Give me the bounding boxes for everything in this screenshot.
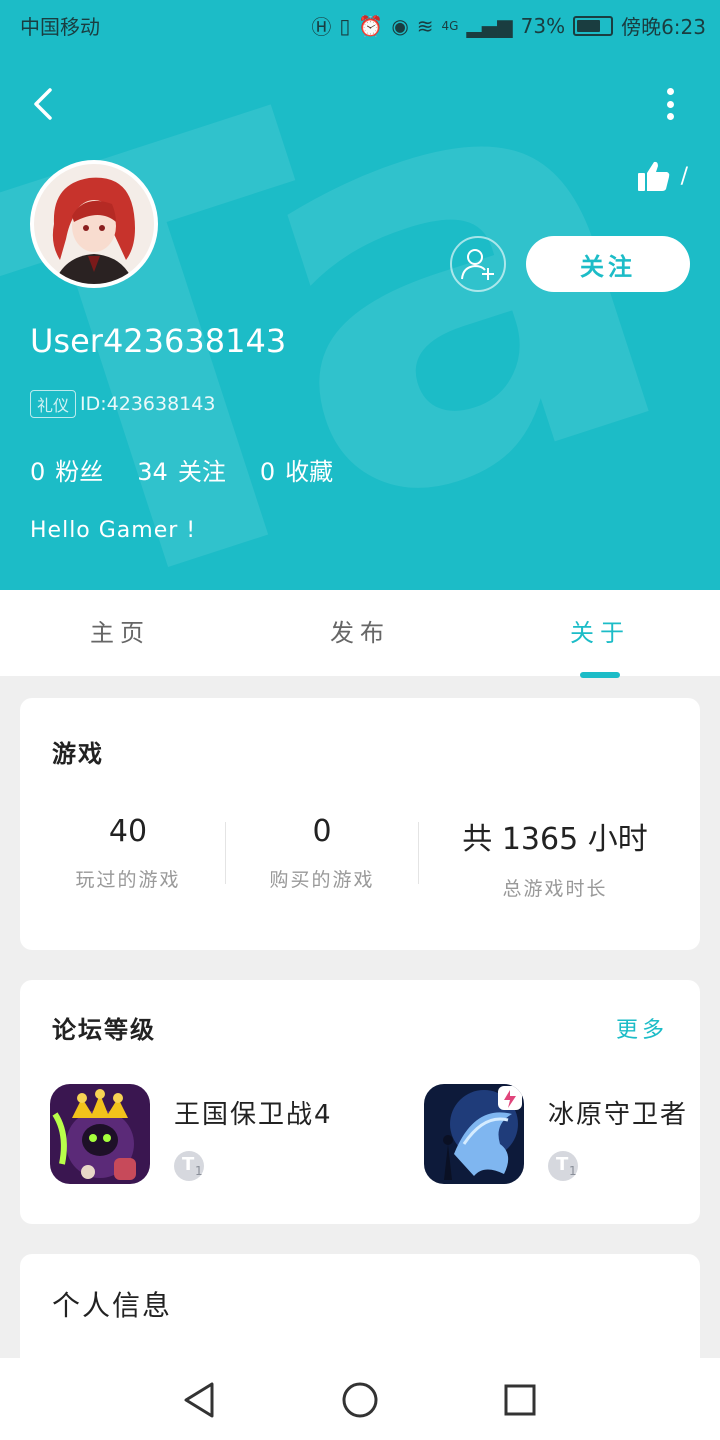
clock: 傍晚6:23 bbox=[621, 15, 706, 39]
avatar-image bbox=[34, 164, 154, 284]
more-dot-icon bbox=[666, 100, 674, 108]
eye-icon: ◉ bbox=[391, 13, 409, 38]
user-id: ID:423638143 bbox=[80, 393, 216, 415]
stat-following[interactable]: 34 关注 bbox=[137, 452, 226, 487]
nav-home-button[interactable] bbox=[338, 1378, 382, 1422]
forum-game-name: 冰原守卫者 bbox=[548, 1100, 689, 1130]
forum-card-title: 论坛等级 bbox=[52, 1016, 156, 1044]
taptap-watermark: Ta bbox=[0, 0, 720, 590]
stat-label: 关注 bbox=[177, 458, 226, 486]
profile-stats: 0 粉丝 34 关注 0 收藏 bbox=[30, 452, 333, 487]
level-number: 1 bbox=[569, 1164, 577, 1178]
tab-posts[interactable]: 发布 bbox=[240, 590, 480, 676]
ice-guardian-icon bbox=[424, 1084, 524, 1184]
level-badge-icon: T1 bbox=[174, 1151, 204, 1181]
forum-item[interactable]: 王国保卫战4 T1 bbox=[50, 1084, 333, 1184]
games-card: 游戏 40 玩过的游戏 0 购买的游戏 共 1365 小时 总游戏时长 bbox=[20, 698, 700, 950]
level-number: 1 bbox=[195, 1164, 203, 1178]
more-link[interactable]: 更多 bbox=[616, 1012, 668, 1044]
etiquette-badge[interactable]: 礼仪 bbox=[30, 390, 77, 418]
system-nav-bar bbox=[0, 1358, 720, 1440]
circle-home-icon bbox=[342, 1382, 378, 1418]
battery-fill bbox=[577, 19, 601, 32]
total-playtime-label: 总游戏时长 bbox=[502, 878, 608, 900]
games-bought-value: 0 bbox=[312, 814, 332, 849]
games-card-title: 游戏 bbox=[52, 740, 104, 768]
stat-num: 0 bbox=[259, 458, 276, 486]
id-row: 礼仪 ID:423638143 bbox=[30, 390, 215, 418]
info-card-title: 个人信息 bbox=[52, 1289, 173, 1322]
more-dot-icon bbox=[666, 88, 674, 95]
signal-icon: 4G bbox=[441, 18, 459, 33]
wifi-icon: ≋ bbox=[416, 13, 434, 38]
games-played-value: 40 bbox=[108, 814, 148, 849]
add-user-icon bbox=[461, 249, 494, 280]
alarm-icon: ⏰ bbox=[358, 13, 384, 38]
stat-num: 0 bbox=[30, 458, 46, 486]
follow-button[interactable]: 关注 bbox=[526, 236, 690, 292]
forum-info: 冰原守卫者 T1 bbox=[548, 1084, 688, 1184]
stat-label: 粉丝 bbox=[55, 458, 104, 486]
vibrate-icon: ▯ bbox=[339, 13, 351, 38]
battery-percent: 73% bbox=[520, 13, 566, 38]
like-count: / bbox=[680, 163, 688, 189]
status-icons: Ⓗ ▯ ⏰ ◉ ≋ 4G ▂▄▆ 73% 傍晚6:23 bbox=[311, 11, 706, 40]
total-playtime[interactable]: 共 1365 小时 总游戏时长 bbox=[440, 814, 670, 901]
bio: Hello Gamer ! bbox=[30, 518, 197, 543]
total-playtime-value: 共 1365 小时 bbox=[462, 822, 648, 857]
profile-header: Ta 中国移动 Ⓗ ▯ ⏰ ◉ ≋ 4G ▂▄▆ 73% 傍晚6:23 / 关注… bbox=[0, 0, 720, 590]
hd-icon: Ⓗ bbox=[311, 15, 332, 39]
divider bbox=[225, 822, 226, 884]
stat-num: 34 bbox=[137, 458, 168, 486]
kingdom-rush-icon bbox=[50, 1084, 150, 1184]
tab-about[interactable]: 关于 bbox=[480, 590, 720, 676]
nav-recents-button[interactable] bbox=[498, 1378, 542, 1422]
like-area[interactable]: / bbox=[637, 160, 688, 192]
forum-item[interactable]: 冰原守卫者 T1 bbox=[424, 1084, 688, 1184]
games-played[interactable]: 40 玩过的游戏 bbox=[50, 814, 206, 892]
forum-level-card: 论坛等级 更多 王国保卫战4 T1 冰原守卫者 T 1 bbox=[20, 980, 700, 1224]
triangle-back-icon bbox=[184, 1382, 214, 1418]
level-badge-icon: T1 bbox=[548, 1151, 578, 1181]
battery-icon bbox=[573, 15, 614, 36]
back-button[interactable] bbox=[28, 86, 64, 122]
avatar[interactable] bbox=[30, 160, 158, 288]
stat-favorites[interactable]: 0 收藏 bbox=[260, 452, 333, 487]
carrier-label: 中国移动 bbox=[20, 15, 100, 39]
chevron-left-icon bbox=[34, 88, 52, 120]
status-bar: 中国移动 Ⓗ ▯ ⏰ ◉ ≋ 4G ▂▄▆ 73% 傍晚6:23 bbox=[0, 0, 720, 48]
square-recents-icon bbox=[504, 1384, 536, 1416]
more-dot-icon bbox=[666, 113, 674, 120]
profile-tabs: 主页 发布 关于 bbox=[0, 590, 720, 676]
divider bbox=[418, 822, 419, 884]
kingdom-rush-art bbox=[50, 1084, 150, 1184]
stat-label: 收藏 bbox=[285, 458, 334, 486]
tab-indicator bbox=[580, 672, 620, 678]
forum-info: 王国保卫战4 T1 bbox=[174, 1084, 333, 1184]
nav-back-button[interactable] bbox=[178, 1378, 222, 1422]
stat-fans[interactable]: 0 粉丝 bbox=[30, 452, 103, 487]
ice-guardian-art bbox=[424, 1084, 524, 1184]
more-menu-button[interactable] bbox=[660, 86, 680, 122]
forum-game-name: 王国保卫战4 bbox=[174, 1100, 333, 1130]
games-bought[interactable]: 0 购买的游戏 bbox=[244, 814, 400, 892]
games-bought-label: 购买的游戏 bbox=[269, 869, 375, 891]
tab-home[interactable]: 主页 bbox=[0, 590, 240, 676]
games-played-label: 玩过的游戏 bbox=[75, 869, 181, 891]
signal-bars-icon: ▂▄▆ bbox=[466, 13, 513, 38]
username: User423638143 bbox=[30, 322, 287, 360]
add-friend-button[interactable] bbox=[450, 236, 506, 292]
thumbs-up-icon bbox=[637, 161, 669, 191]
